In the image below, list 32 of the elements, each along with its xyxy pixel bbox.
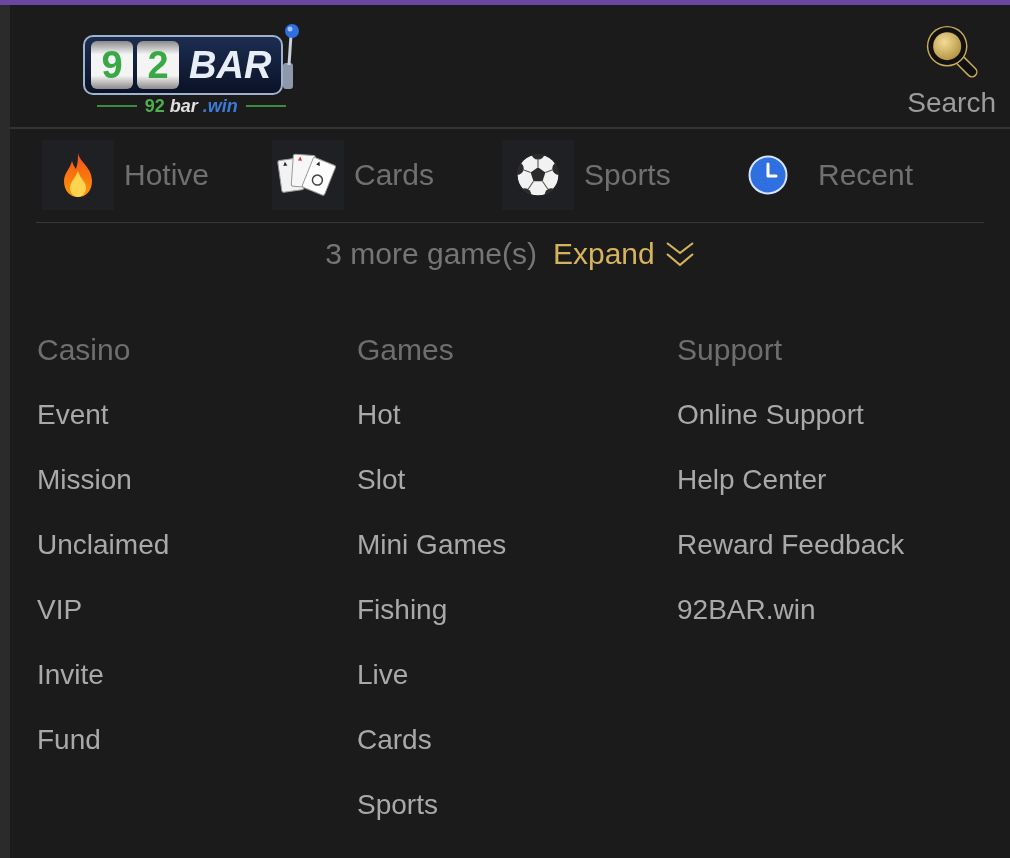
footer-link[interactable]: Help Center — [677, 465, 827, 494]
logo-domain: 92 bar .win — [144, 97, 238, 115]
footer-link[interactable]: Fund — [37, 725, 101, 754]
logo-reel: 2 — [137, 41, 179, 89]
flame-icon — [42, 140, 114, 210]
footer-link[interactable]: Live — [357, 660, 409, 689]
footer-link[interactable]: Fishing — [357, 595, 448, 624]
double-chevron-down-icon — [664, 240, 695, 268]
footer-link[interactable]: Hot — [357, 400, 401, 429]
search-button[interactable]: Search — [907, 23, 996, 117]
footer-link[interactable]: Cards — [357, 725, 432, 754]
logo-reel: 9 — [91, 41, 133, 89]
footer-link[interactable]: Invite — [37, 660, 104, 689]
expand-button[interactable]: Expand — [553, 239, 695, 269]
footer-link[interactable]: Event — [37, 400, 109, 429]
lever-icon — [281, 23, 300, 91]
more-games-text: 3 more game(s) — [325, 239, 537, 269]
footer-link[interactable]: Mini Games — [357, 530, 507, 559]
footer-link[interactable]: VIP — [37, 595, 83, 624]
footer-heading: Casino — [37, 334, 131, 365]
logo-wordmark: BAR — [189, 46, 272, 84]
footer-heading: Games — [357, 334, 454, 365]
footer-link[interactable]: Slot — [357, 465, 406, 494]
playing-cards-icon — [272, 140, 344, 210]
clock-icon — [748, 155, 788, 195]
footer-link[interactable]: Mission — [37, 465, 132, 494]
footer-heading: Support — [677, 334, 783, 365]
footer-link[interactable]: 92BAR.win — [677, 595, 816, 624]
footer-link[interactable]: Online Support — [677, 400, 864, 429]
footer-link[interactable]: Unclaimed — [37, 530, 170, 559]
footer-link[interactable]: Sports — [357, 790, 438, 819]
footer-link[interactable]: Reward Feedback — [677, 530, 905, 559]
